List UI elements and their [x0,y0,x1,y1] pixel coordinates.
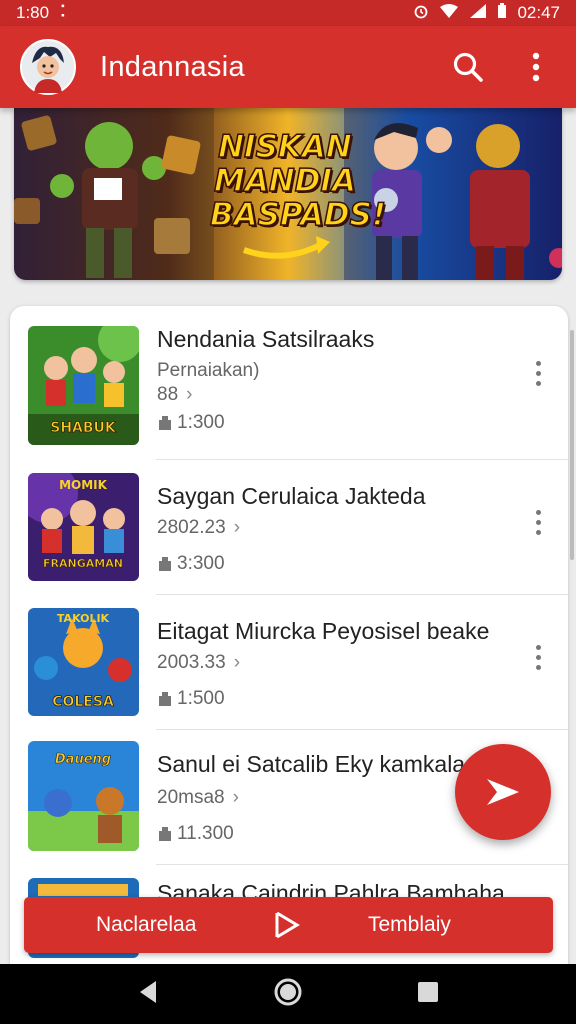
game-count: 88 › [157,384,192,406]
list-item[interactable]: MOMIK FRANGAMAN Saygan Cerulaica Jakteda… [10,461,568,596]
game-subtitle: 2003.33 › [157,652,240,674]
system-nav-bar [0,964,576,1024]
list-item[interactable]: SHABUK Nendania Satsilraaks Pernaiakan) … [10,306,568,445]
recents-icon[interactable] [416,980,440,1009]
game-title: Nendania Satsilraaks [157,326,375,352]
list-item[interactable]: TAKOLIK COLESA Eitagat Miurcka Peyosisel… [10,596,568,731]
promo-banner[interactable]: NISKAN MANDIA BASPADS! [14,108,562,280]
more-vert-icon[interactable] [526,640,550,674]
game-thumbnail[interactable]: TAKOLIK COLESA [28,608,139,716]
game-subtitle-text: Pernaiakan) [157,360,260,381]
download-icon [159,692,171,706]
game-title: Saygan Cerulaica Jakteda [157,483,426,509]
banner-line-1: NISKAN [217,129,352,165]
game-subtitle-text: 2003.33 [157,652,226,673]
game-count-text: 88 [157,384,179,405]
banner-headline: NISKAN MANDIA BASPADS! [209,129,387,233]
more-vert-icon[interactable] [526,505,550,539]
game-subtitle-text: 20msa8 [157,787,225,808]
search-icon[interactable] [448,47,488,87]
game-subtitle: 2802.23 › [157,517,240,539]
game-subtitle: Pernaiakan) [157,360,259,382]
more-vert-icon[interactable] [516,47,556,87]
send-icon [487,779,519,805]
list-divider [156,459,568,460]
list-divider [156,864,568,865]
game-meta: 1:300 [157,412,225,434]
game-meta-value: 11.300 [177,823,234,844]
battery-icon [497,2,507,24]
game-meta-value: 1:300 [177,412,225,433]
scrollbar[interactable] [570,330,574,560]
alarm-icon [413,3,429,24]
svg-text:TAKOLIK: TAKOLIK [57,612,110,625]
banner-line-2: MANDIA [213,163,357,199]
download-icon [159,557,171,571]
download-icon [159,416,171,430]
game-meta: 11.300 [157,823,234,845]
home-icon[interactable] [273,977,303,1012]
game-meta: 3:300 [157,553,225,575]
game-subtitle-text: 2802.23 [157,517,226,538]
avatar[interactable] [20,39,76,95]
list-divider [156,729,568,730]
status-notification-icon: ⠅ [59,3,72,22]
chevron-right-icon: › [186,384,193,405]
game-thumbnail[interactable]: SHABUK [28,326,139,445]
game-thumbnail[interactable]: MOMIK FRANGAMAN [28,473,139,581]
game-meta: 1:500 [157,688,225,710]
bottom-left-button[interactable]: Naclarelaa [96,913,196,937]
game-thumbnail[interactable]: Daueng [28,741,139,851]
game-title: Eitagat Miurcka Peyosisel beake [157,618,490,644]
game-title: Sanul ei Satcalib Eky kamkala [157,751,466,777]
status-time-left: 1:80 [16,3,50,22]
chevron-right-icon: › [232,787,239,808]
back-icon[interactable] [136,979,160,1010]
thumb-label: Daueng [55,752,111,767]
game-subtitle: 20msa8 › [157,787,239,809]
send-button[interactable] [455,744,551,840]
status-time-right: 02:47 [517,3,560,22]
thumb-label: COLESA [52,694,114,710]
game-meta-value: 1:500 [177,688,225,709]
thumb-label: SHABUK [50,420,117,436]
app-bar: Indannasia [0,26,576,108]
banner-line-3: BASPADS! [209,197,387,233]
game-meta-value: 3:300 [177,553,225,574]
play-outline-icon[interactable] [271,911,301,945]
thumb-label: FRANGAMAN [43,557,123,570]
list-divider [156,594,568,595]
app-title: Indannasia [100,50,245,83]
download-icon [159,827,171,841]
svg-text:MOMIK: MOMIK [59,478,108,492]
more-vert-icon[interactable] [526,356,550,390]
status-bar: 1:80 ⠅ 02:47 [0,0,576,26]
chevron-right-icon: › [233,517,241,538]
chevron-right-icon: › [233,652,241,673]
bottom-action-bar: Naclarelaa Temblaiy [24,897,553,953]
signal-icon [469,3,487,24]
wifi-icon [439,3,459,24]
bottom-right-button[interactable]: Temblaiy [368,913,451,937]
